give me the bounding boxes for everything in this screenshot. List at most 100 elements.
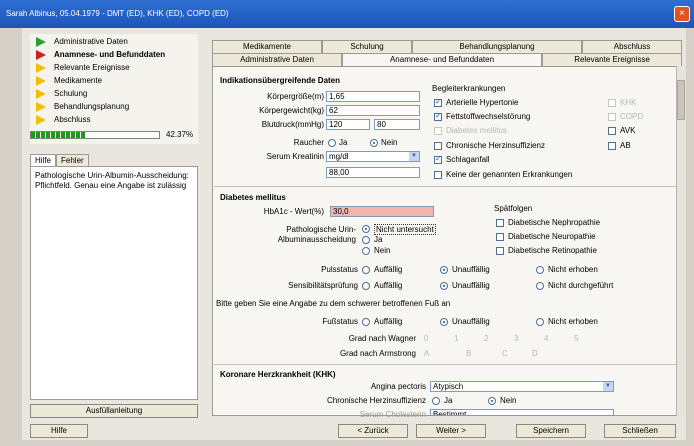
open-arrow-icon — [36, 89, 46, 99]
checkbox-ab[interactable] — [608, 142, 616, 150]
nav-item-abschluss[interactable]: Abschluss — [54, 115, 90, 124]
bp-label: Blutdruck(mmHg) — [261, 120, 324, 129]
save-button[interactable]: Speichern — [516, 424, 586, 438]
chi-yes-radio[interactable] — [432, 397, 440, 405]
checkbox-nephropathie[interactable] — [496, 219, 504, 227]
foot-not-collected-radio[interactable] — [536, 318, 544, 326]
status-option-label: Auffällig — [374, 265, 403, 274]
next-button[interactable]: Weiter > — [416, 424, 486, 438]
chevron-down-icon[interactable]: ▼ — [409, 152, 419, 161]
chi-no-label: Nein — [500, 396, 517, 405]
hba1c-input[interactable]: 30,0 — [330, 206, 434, 217]
urine-label-2: Albuminausscheidung — [277, 235, 356, 244]
urine-label: Pathologische Urin- — [286, 225, 356, 234]
open-arrow-icon — [36, 102, 46, 112]
status-option-label: Unauffällig — [452, 317, 490, 326]
wagner-label: Grad nach Wagner — [348, 334, 416, 343]
progress-fill — [31, 132, 86, 138]
weight-input[interactable]: 62 — [326, 105, 420, 116]
checkbox-avk[interactable] — [608, 127, 616, 135]
urine-option-label: Ja — [374, 235, 383, 244]
tab-anamnese[interactable]: Anamnese- und Befunddaten — [342, 53, 542, 66]
urine-yes-radio[interactable] — [362, 236, 370, 244]
chi-yes-label: Ja — [444, 396, 453, 405]
close-button[interactable]: Schließen — [604, 424, 676, 438]
nav-item-behandlungsplanung[interactable]: Behandlungsplanung — [54, 102, 129, 111]
status-option-label: Auffällig — [374, 281, 403, 290]
pulse-normal-radio[interactable] — [440, 266, 448, 274]
urine-no-radio[interactable] — [362, 247, 370, 255]
tab-schulung[interactable]: Schulung — [322, 40, 412, 53]
sens-abnormal-radio[interactable] — [362, 282, 370, 290]
tab-behandlungsplanung[interactable]: Behandlungsplanung — [412, 40, 582, 53]
creatinine-unit-select[interactable]: mg/dl — [326, 151, 420, 162]
late-effect-label: Diabetische Retinopathie — [508, 246, 597, 255]
foot-prompt: Bitte geben Sie eine Angabe zu dem schwe… — [216, 299, 451, 308]
checkbox-schlaganfall[interactable] — [434, 154, 442, 164]
nav-item-anamnese[interactable]: Anamnese- und Befunddaten — [54, 50, 165, 59]
nav-item-ereignisse[interactable]: Relevante Ereignisse — [54, 63, 130, 72]
status-option-label: Auffällig — [374, 317, 403, 326]
tab-administrative[interactable]: Administrative Daten — [212, 53, 342, 66]
smoker-yes-radio[interactable] — [328, 139, 336, 147]
wagner-option: 3 — [514, 334, 519, 343]
checkbox-hypertonie[interactable] — [434, 97, 442, 107]
back-button[interactable]: < Zurück — [338, 424, 408, 438]
armstrong-option: C — [502, 349, 508, 358]
cholesterin-select[interactable]: Bestimmt — [430, 409, 614, 416]
checkbox-keine[interactable] — [434, 171, 442, 179]
sens-normal-radio[interactable] — [440, 282, 448, 290]
pulse-abnormal-radio[interactable] — [362, 266, 370, 274]
cholesterin-label: Serum Cholesterin — [359, 410, 426, 419]
urine-option-label: Nein — [374, 246, 391, 255]
nav-item-schulung[interactable]: Schulung — [54, 89, 87, 98]
armstrong-label: Grad nach Armstrong — [339, 349, 416, 358]
wagner-option: 0 — [424, 334, 429, 343]
section-title-general: Indikationsübergreifende Daten — [220, 76, 341, 85]
armstrong-option: D — [532, 349, 538, 358]
nav-item-administrative[interactable]: Administrative Daten — [54, 37, 128, 46]
help-button[interactable]: Hilfe — [30, 424, 88, 438]
close-window-button[interactable]: × — [674, 6, 690, 22]
checkbox-herzinsuffizienz[interactable] — [434, 142, 442, 150]
height-label: Körpergröße(m) — [267, 92, 324, 101]
smoker-yes-label: Ja — [339, 138, 348, 147]
pulse-not-collected-radio[interactable] — [536, 266, 544, 274]
sens-not-done-radio[interactable] — [536, 282, 544, 290]
tab-abschluss[interactable]: Abschluss — [582, 40, 682, 53]
bp-systolic-input[interactable]: 120 — [326, 119, 370, 130]
scroll-thumb[interactable] — [677, 80, 685, 120]
urine-option-label: Nicht untersucht — [374, 224, 436, 235]
help-text: Pathologische Urin-Albumin-Ausscheidung:… — [30, 166, 198, 400]
open-arrow-icon — [36, 115, 46, 125]
height-input[interactable]: 1,65 — [326, 91, 420, 102]
status-option-label: Unauffällig — [452, 265, 490, 274]
checkbox-neuropathie[interactable] — [496, 233, 504, 241]
checkbox-diabetes — [434, 127, 442, 135]
tab-medikamente[interactable]: Medikamente — [212, 40, 322, 53]
smoker-no-radio[interactable] — [370, 139, 378, 147]
comorbidity-label: Diabetes mellitus — [446, 126, 507, 135]
section-title-khk: Koronare Herzkrankheit (KHK) — [220, 370, 336, 379]
angina-select[interactable]: Atypisch — [430, 381, 614, 392]
creatinine-label: Serum Kreatinin — [266, 152, 324, 161]
checkbox-fettstoffwechsel[interactable] — [434, 111, 442, 121]
bp-diastolic-input[interactable]: 80 — [374, 119, 420, 130]
chevron-down-icon[interactable]: ▼ — [603, 382, 613, 391]
comorbidity-label: Chronische Herzinsuffizienz — [446, 141, 546, 150]
late-effect-label: Diabetische Nephropathie — [508, 218, 601, 227]
foot-normal-radio[interactable] — [440, 318, 448, 326]
tab-ereignisse[interactable]: Relevante Ereignisse — [542, 53, 682, 66]
chi-no-radio[interactable] — [488, 397, 496, 405]
foot-abnormal-radio[interactable] — [362, 318, 370, 326]
nav-item-medikamente[interactable]: Medikamente — [54, 76, 102, 85]
guide-button[interactable]: Ausfüllanleitung — [30, 404, 198, 418]
urine-not-tested-radio[interactable] — [362, 225, 370, 233]
comorbidity-label: Fettstoffwechselstörung — [446, 112, 531, 121]
section-divider — [214, 186, 676, 187]
creatinine-value-input[interactable]: 88,00 — [326, 167, 420, 178]
checkbox-retinopathie[interactable] — [496, 247, 504, 255]
progress-bar — [30, 131, 160, 139]
section-title-diabetes: Diabetes mellitus — [220, 193, 286, 202]
smoker-no-label: Nein — [381, 138, 398, 147]
